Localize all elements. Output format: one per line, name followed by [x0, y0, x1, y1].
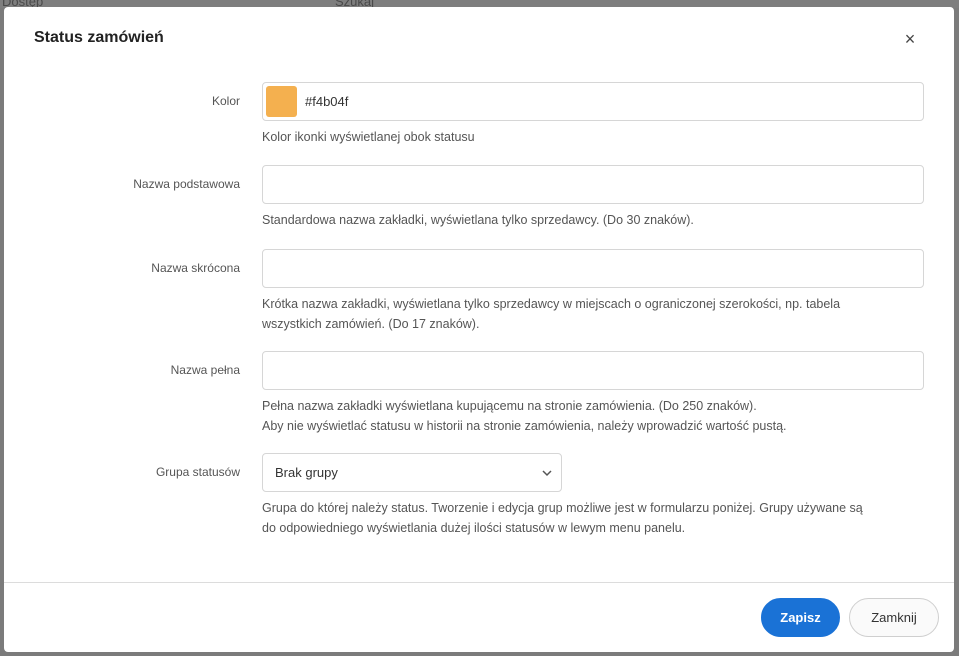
- full-name-help-line2: Aby nie wyświetlać statusu w historii na…: [262, 419, 787, 433]
- close-icon[interactable]: ×: [902, 30, 918, 48]
- full-name-input[interactable]: [262, 351, 924, 390]
- short-name-input[interactable]: [262, 249, 924, 288]
- short-name-help-line2: wszystkich zamówień. (Do 17 znaków).: [262, 317, 480, 331]
- short-name-help-line1: Krótka nazwa zakładki, wyświetlana tylko…: [262, 297, 841, 311]
- dialog-header: Status zamówień ×: [4, 7, 954, 67]
- full-name-label: Nazwa pełna: [170, 363, 240, 377]
- color-label: Kolor: [211, 94, 240, 108]
- status-group-selected: Brak grupy: [275, 465, 338, 480]
- status-group-help-line2: do odpowiedniego wyświetlania dużej iloś…: [262, 521, 686, 535]
- footer-divider: [4, 582, 954, 583]
- status-group-label: Grupa statusów: [155, 465, 240, 479]
- order-status-dialog: Status zamówień × Kolor #f4b04f Kolor ik…: [4, 7, 954, 652]
- status-group-help-line1: Grupa do której należy status. Tworzenie…: [262, 501, 863, 515]
- base-name-label: Nazwa podstawowa: [133, 177, 240, 191]
- dialog-title: Status zamówień: [34, 29, 164, 46]
- full-name-help-line1: Pełna nazwa zakładki wyświetlana kupując…: [262, 399, 757, 413]
- color-swatch[interactable]: [266, 86, 297, 117]
- color-input[interactable]: #f4b04f: [262, 82, 924, 121]
- base-name-help: Standardowa nazwa zakładki, wyświetlana …: [262, 213, 694, 227]
- color-value: #f4b04f: [305, 94, 349, 109]
- save-button[interactable]: Zapisz: [761, 598, 840, 637]
- status-group-select[interactable]: Brak grupy: [262, 453, 562, 492]
- color-help: Kolor ikonki wyświetlanej obok statusu: [262, 130, 475, 144]
- base-name-input[interactable]: [262, 165, 924, 204]
- close-button[interactable]: Zamknij: [849, 598, 939, 637]
- chevron-down-icon: [542, 470, 552, 477]
- short-name-label: Nazwa skrócona: [151, 261, 240, 275]
